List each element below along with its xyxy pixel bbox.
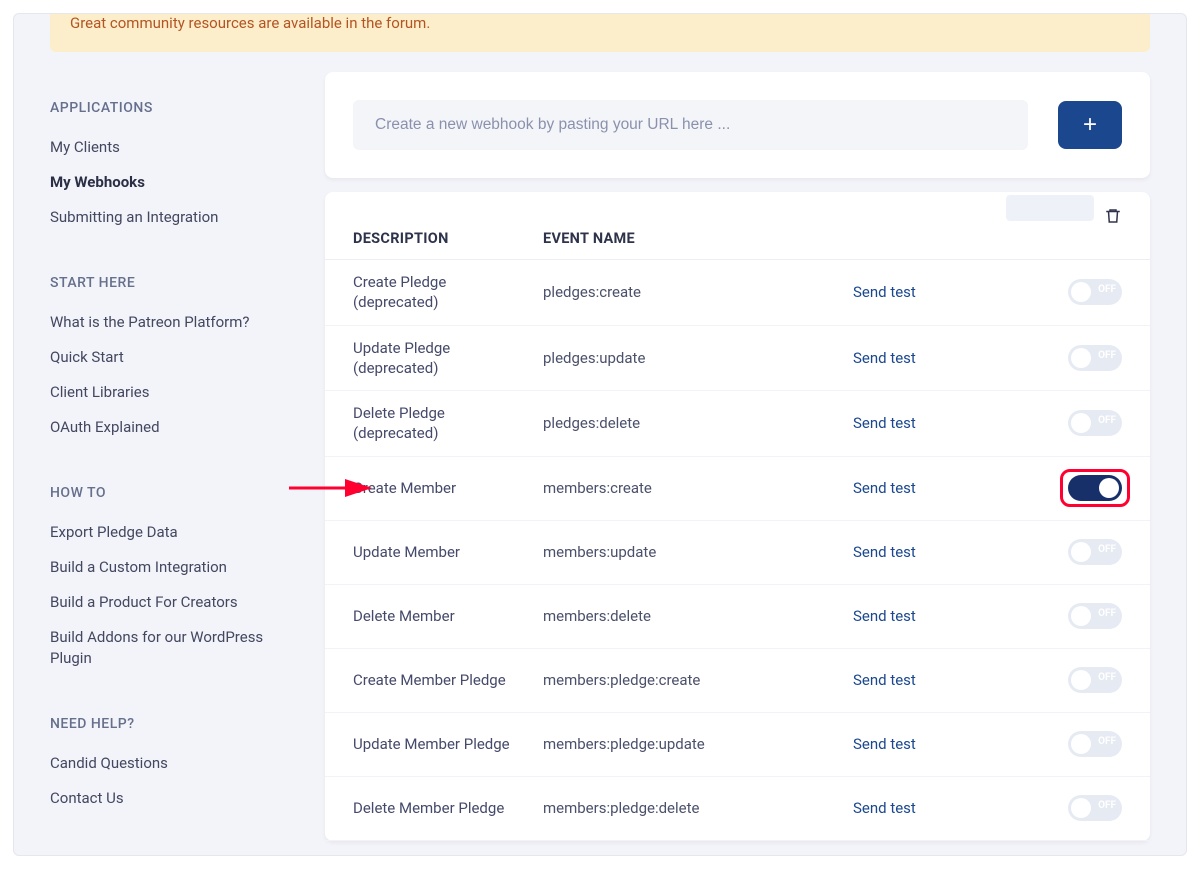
table-row: Create Member Pledgemembers:pledge:creat… <box>325 649 1150 713</box>
banner-text: Great community resources are available … <box>70 14 430 32</box>
send-test-link[interactable]: Send test <box>853 607 916 625</box>
table-row: Delete Pledge (deprecated)pledges:delete… <box>325 391 1150 457</box>
row-event-name: pledges:create <box>543 283 853 301</box>
th-event-name: EVENT NAME <box>543 230 853 247</box>
row-description: Create Pledge (deprecated) <box>353 260 543 325</box>
row-event-name: members:update <box>543 543 853 561</box>
send-test-link[interactable]: Send test <box>853 414 916 432</box>
sidebar-item[interactable]: Submitting an Integration <box>50 200 285 235</box>
row-description: Delete Member <box>353 594 543 638</box>
sidebar-heading: HOW TO <box>50 485 285 501</box>
table-row: Update Membermembers:updateSend test <box>325 521 1150 585</box>
sidebar-heading: START HERE <box>50 275 285 291</box>
event-toggle[interactable] <box>1068 279 1122 305</box>
row-description: Delete Member Pledge <box>353 786 543 830</box>
event-toggle[interactable] <box>1068 603 1122 629</box>
table-row: Update Member Pledgemembers:pledge:updat… <box>325 713 1150 777</box>
main-content: + DESCRIPTION EVENT NAME Create <box>325 72 1150 856</box>
event-toggle[interactable] <box>1068 731 1122 757</box>
table-row: Create Membermembers:createSend test <box>325 457 1150 521</box>
sidebar-item[interactable]: Export Pledge Data <box>50 515 285 550</box>
sidebar-item[interactable]: OAuth Explained <box>50 410 285 445</box>
redacted-block <box>1006 195 1094 221</box>
th-description: DESCRIPTION <box>353 230 543 247</box>
row-event-name: pledges:delete <box>543 414 853 432</box>
send-test-link[interactable]: Send test <box>853 543 916 561</box>
sidebar-item[interactable]: My Clients <box>50 130 285 165</box>
row-event-name: pledges:update <box>543 349 853 367</box>
row-description: Update Member <box>353 530 543 574</box>
info-banner: Great community resources are available … <box>50 14 1150 52</box>
row-event-name: members:pledge:update <box>543 735 853 753</box>
send-test-link[interactable]: Send test <box>853 735 916 753</box>
row-event-name: members:create <box>543 479 853 497</box>
add-webhook-button[interactable]: + <box>1058 101 1122 149</box>
row-description: Delete Pledge (deprecated) <box>353 391 543 456</box>
row-event-name: members:pledge:create <box>543 671 853 689</box>
sidebar: APPLICATIONS My ClientsMy WebhooksSubmitt… <box>50 72 285 856</box>
send-test-link[interactable]: Send test <box>853 799 916 817</box>
event-toggle[interactable] <box>1068 475 1122 501</box>
send-test-link[interactable]: Send test <box>853 283 916 301</box>
row-description: Create Member <box>353 466 543 510</box>
row-description: Create Member Pledge <box>353 658 543 702</box>
webhooks-table-card: DESCRIPTION EVENT NAME Create Pledge (de… <box>325 192 1150 841</box>
row-event-name: members:delete <box>543 607 853 625</box>
sidebar-item[interactable]: Build a Custom Integration <box>50 550 285 585</box>
table-row: Delete Membermembers:deleteSend test <box>325 585 1150 649</box>
event-toggle[interactable] <box>1068 410 1122 436</box>
send-test-link[interactable]: Send test <box>853 479 916 497</box>
event-toggle[interactable] <box>1068 795 1122 821</box>
table-row: Delete Member Pledgemembers:pledge:delet… <box>325 777 1150 841</box>
row-description: Update Pledge (deprecated) <box>353 326 543 391</box>
event-toggle[interactable] <box>1068 667 1122 693</box>
trash-icon[interactable] <box>1104 206 1122 226</box>
create-webhook-card: + <box>325 72 1150 178</box>
webhook-url-input[interactable] <box>353 100 1028 150</box>
row-event-name: members:pledge:delete <box>543 799 853 817</box>
sidebar-item[interactable]: What is the Patreon Platform? <box>50 305 285 340</box>
table-row: Create Pledge (deprecated)pledges:create… <box>325 260 1150 326</box>
sidebar-item[interactable]: My Webhooks <box>50 165 285 200</box>
sidebar-heading: APPLICATIONS <box>50 100 285 116</box>
sidebar-item[interactable]: Contact Us <box>50 781 285 816</box>
table-row: Update Pledge (deprecated)pledges:update… <box>325 326 1150 392</box>
sidebar-item[interactable]: Quick Start <box>50 340 285 375</box>
send-test-link[interactable]: Send test <box>853 671 916 689</box>
event-toggle[interactable] <box>1068 345 1122 371</box>
sidebar-item[interactable]: Build a Product For Creators <box>50 585 285 620</box>
sidebar-item[interactable]: Candid Questions <box>50 746 285 781</box>
sidebar-heading: NEED HELP? <box>50 716 285 732</box>
event-toggle[interactable] <box>1068 539 1122 565</box>
sidebar-item[interactable]: Build Addons for our WordPress Plugin <box>50 620 285 676</box>
send-test-link[interactable]: Send test <box>853 349 916 367</box>
sidebar-item[interactable]: Client Libraries <box>50 375 285 410</box>
row-description: Update Member Pledge <box>353 722 543 766</box>
